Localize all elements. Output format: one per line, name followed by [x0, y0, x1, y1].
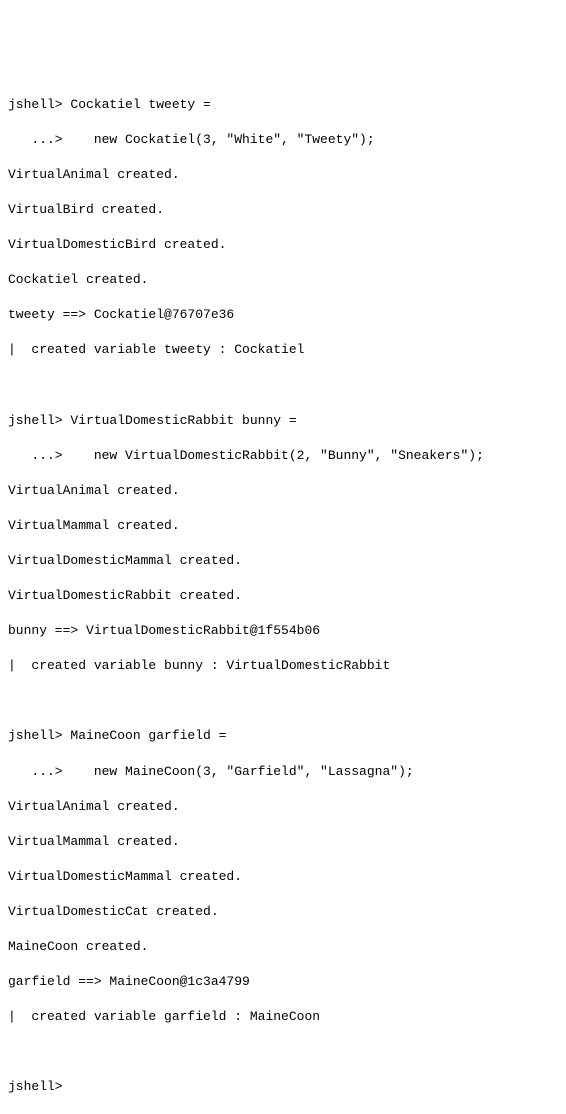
terminal-line: VirtualMammal created.	[8, 517, 558, 535]
terminal-line	[8, 692, 558, 710]
terminal-line: tweety ==> Cockatiel@76707e36	[8, 306, 558, 324]
terminal-line: jshell> Cockatiel tweety =	[8, 96, 558, 114]
terminal-line: VirtualMammal created.	[8, 833, 558, 851]
terminal-line: | created variable garfield : MaineCoon	[8, 1008, 558, 1026]
terminal-line: bunny ==> VirtualDomesticRabbit@1f554b06	[8, 622, 558, 640]
terminal-line: ...> new VirtualDomesticRabbit(2, "Bunny…	[8, 447, 558, 465]
terminal-line: VirtualDomesticCat created.	[8, 903, 558, 921]
terminal-line: jshell> MaineCoon garfield =	[8, 727, 558, 745]
terminal-line: Cockatiel created.	[8, 271, 558, 289]
terminal-line: | created variable bunny : VirtualDomest…	[8, 657, 558, 675]
terminal-prompt[interactable]: jshell>	[8, 1078, 558, 1096]
terminal-line: MaineCoon created.	[8, 938, 558, 956]
terminal-line: VirtualDomesticRabbit created.	[8, 587, 558, 605]
terminal-line: ...> new MaineCoon(3, "Garfield", "Lassa…	[8, 763, 558, 781]
terminal-line: VirtualAnimal created.	[8, 166, 558, 184]
terminal-line	[8, 1043, 558, 1061]
terminal-line: VirtualDomesticMammal created.	[8, 552, 558, 570]
terminal-line: jshell> VirtualDomesticRabbit bunny =	[8, 412, 558, 430]
terminal-line: | created variable tweety : Cockatiel	[8, 341, 558, 359]
terminal-line: VirtualDomesticBird created.	[8, 236, 558, 254]
terminal-line: VirtualAnimal created.	[8, 798, 558, 816]
terminal-line: ...> new Cockatiel(3, "White", "Tweety")…	[8, 131, 558, 149]
terminal-line: VirtualAnimal created.	[8, 482, 558, 500]
terminal-line: garfield ==> MaineCoon@1c3a4799	[8, 973, 558, 991]
terminal-line: VirtualBird created.	[8, 201, 558, 219]
terminal-output: jshell> Cockatiel tweety = ...> new Cock…	[8, 78, 558, 1113]
terminal-line: VirtualDomesticMammal created.	[8, 868, 558, 886]
terminal-line	[8, 376, 558, 394]
